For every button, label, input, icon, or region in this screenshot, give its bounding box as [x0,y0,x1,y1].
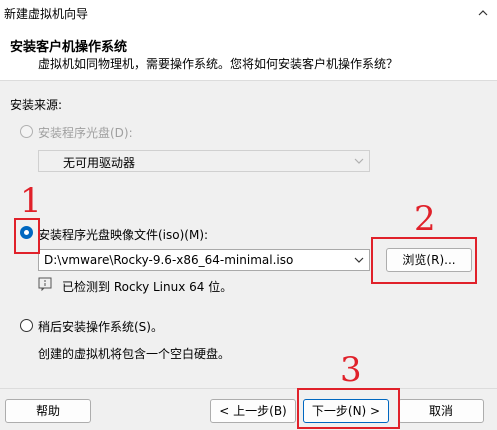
new-vm-wizard-window: 新建虚拟机向导 安装客户机操作系统 虚拟机如同物理机，需要操作系统。您将如何安装… [0,0,497,430]
annotation-number-2: 2 [414,199,436,239]
chevron-down-icon[interactable] [353,254,365,266]
annotation-box-2 [371,237,477,284]
back-button[interactable]: < 上一步(B) [210,399,296,423]
annotation-box-1 [14,218,40,254]
chevron-up-icon[interactable] [474,3,492,23]
title-bar: 新建虚拟机向导 [0,0,497,28]
cancel-button[interactable]: 取消 [398,399,484,423]
wizard-header: 安装客户机操作系统 虚拟机如同物理机，需要操作系统。您将如何安装客户机操作系统？ [0,28,497,81]
annotation-box-3 [297,388,400,429]
page-title: 安装客户机操作系统 [10,40,128,55]
install-later-radio[interactable] [20,319,33,332]
install-later-desc: 创建的虚拟机将包含一个空白硬盘。 [38,347,231,361]
info-icon [38,277,52,291]
disc-option-label: 安装程序光盘(D): [38,126,133,140]
annotation-number-1: 1 [20,181,42,221]
disc-drive-value: 无可用驱动器 [63,156,136,170]
disc-drive-select[interactable]: 无可用驱动器 [38,150,370,172]
install-later-label: 稍后安装操作系统(S)。 [38,320,163,334]
page-subtitle: 虚拟机如同物理机，需要操作系统。您将如何安装客户机操作系统？ [38,57,399,71]
iso-option-label: 安装程序光盘映像文件(iso)(M): [38,228,209,242]
iso-path-combo[interactable]: D:\vmware\Rocky-9.6-x86_64-minimal.iso [38,249,370,271]
iso-path-value: D:\vmware\Rocky-9.6-x86_64-minimal.iso [44,253,294,267]
chevron-down-icon [354,158,364,164]
annotation-number-3: 3 [340,350,362,390]
detected-os-text: 已检测到 Rocky Linux 64 位。 [62,280,233,294]
window-title: 新建虚拟机向导 [4,7,89,21]
install-source-label: 安装来源: [10,98,63,112]
disc-radio[interactable] [20,125,33,138]
help-button[interactable]: 帮助 [5,399,91,423]
footer-divider [0,388,497,389]
